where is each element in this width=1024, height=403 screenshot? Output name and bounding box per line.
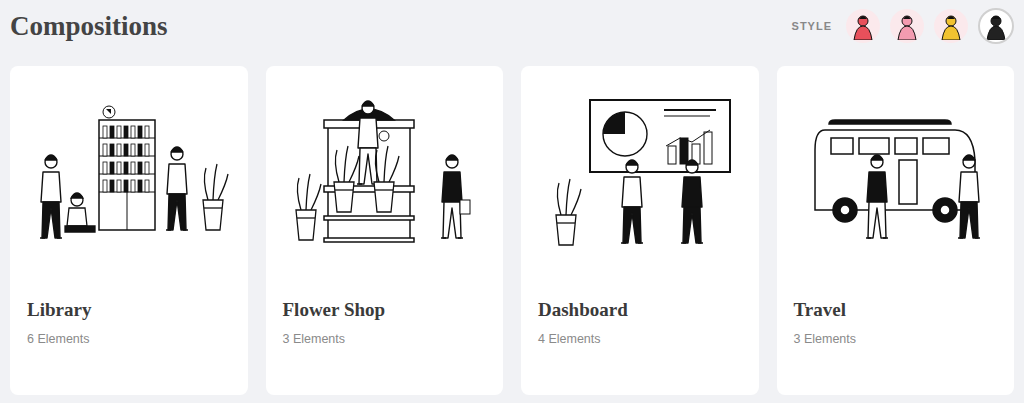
dashboard-illustration-icon (538, 80, 742, 260)
card-count: 3 Elements (794, 330, 998, 349)
card-title: Library (27, 298, 231, 322)
style-swatch-icon (849, 12, 877, 40)
style-label: STYLE (792, 18, 832, 35)
card-count: 3 Elements (283, 330, 487, 349)
composition-card[interactable]: Travel 3 Elements (777, 66, 1015, 395)
card-grid: Library 6 Elements Flower Shop 3 Elements Da… (10, 66, 1014, 395)
composition-card[interactable]: Dashboard 4 Elements (521, 66, 759, 395)
style-swatch-icon (893, 12, 921, 40)
shop-illustration-icon (283, 80, 487, 260)
travel-illustration-icon (794, 80, 998, 260)
style-option[interactable] (978, 8, 1014, 44)
card-title: Dashboard (538, 298, 742, 322)
page-title: Compositions (10, 13, 168, 40)
style-option[interactable] (934, 9, 968, 43)
style-option[interactable] (846, 9, 880, 43)
composition-card[interactable]: Flower Shop 3 Elements (266, 66, 504, 395)
library-illustration-icon (27, 80, 231, 260)
style-options (846, 8, 1014, 44)
style-option[interactable] (890, 9, 924, 43)
composition-card[interactable]: Library 6 Elements (10, 66, 248, 395)
style-swatch-icon (982, 12, 1010, 40)
card-count: 4 Elements (538, 330, 742, 349)
style-swatch-icon (937, 12, 965, 40)
card-title: Flower Shop (283, 298, 487, 322)
card-count: 6 Elements (27, 330, 231, 349)
card-title: Travel (794, 298, 998, 322)
